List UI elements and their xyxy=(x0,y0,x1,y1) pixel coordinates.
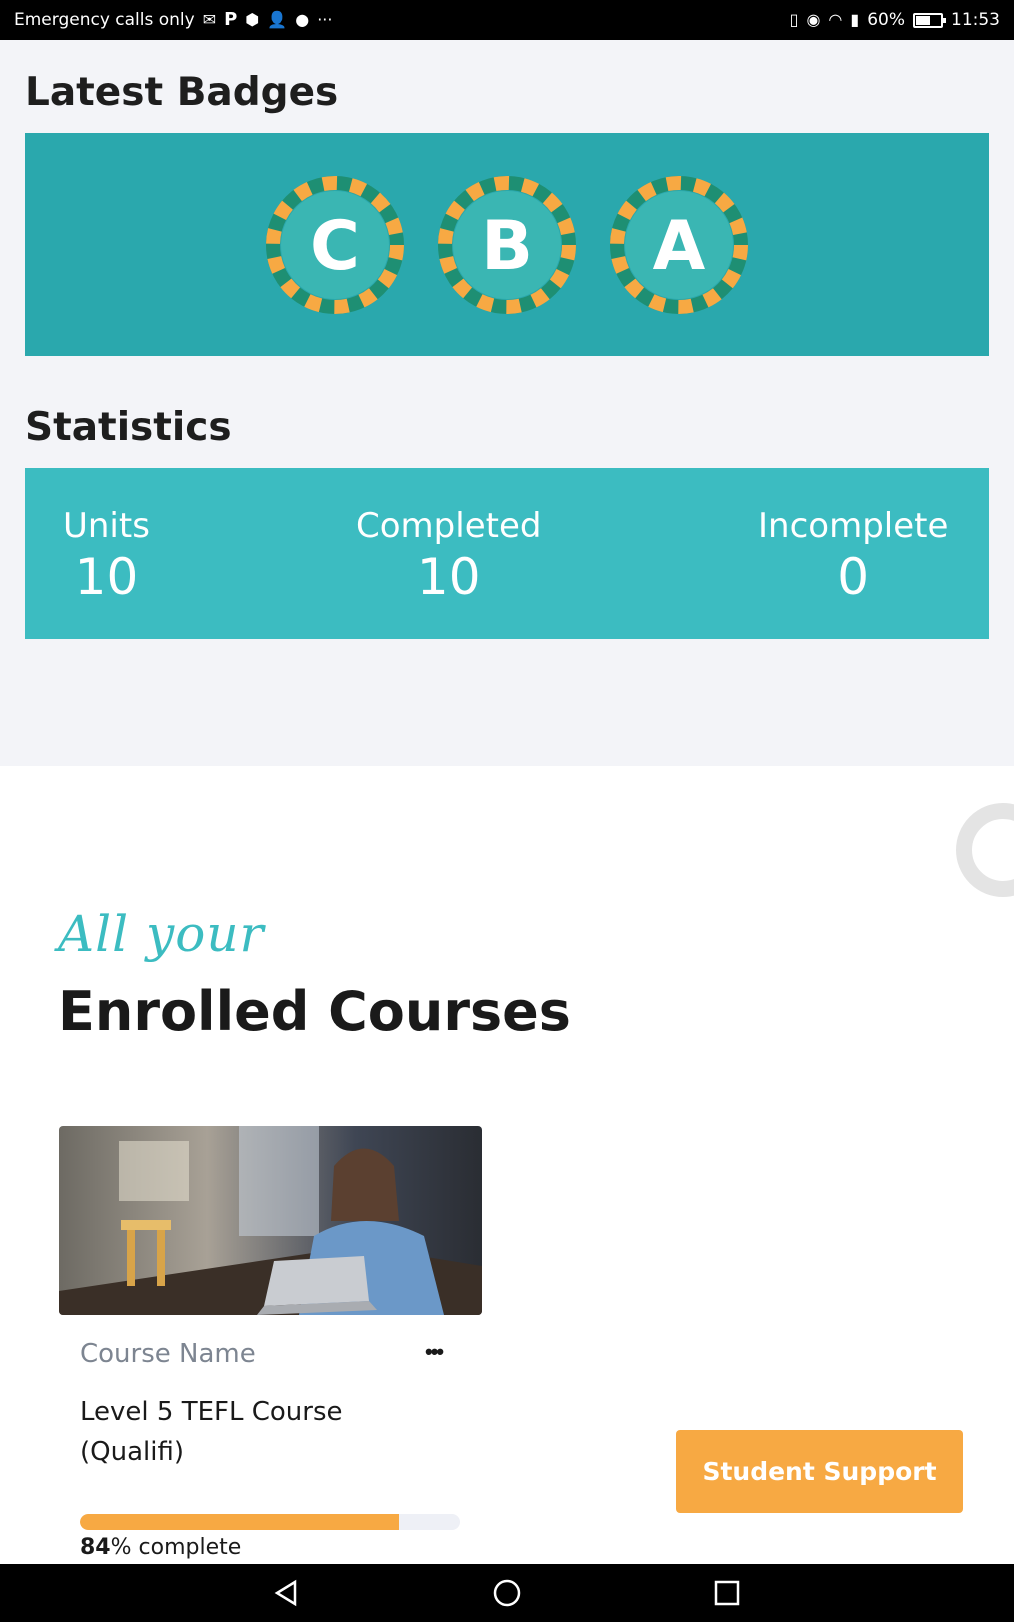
badges-panel: CBA xyxy=(25,133,989,356)
badge-letter: C xyxy=(310,207,360,286)
course-title[interactable]: Level 5 TEFL Course (Qualifi) xyxy=(80,1392,420,1472)
messenger-icon: ● xyxy=(295,10,310,29)
statistics-panel: Units 10 Completed 10 Incomplete 0 xyxy=(25,468,989,639)
stat-units: Units 10 xyxy=(63,506,150,606)
badge-letter: B xyxy=(481,207,533,286)
more-icon: ··· xyxy=(317,10,333,29)
stat-incomplete-value: 0 xyxy=(837,548,870,606)
badge-a: A xyxy=(610,175,748,314)
vibrate-icon: ▯ xyxy=(789,10,799,29)
carrier-text: Emergency calls only xyxy=(14,10,195,30)
status-left: Emergency calls only ✉ P ⬢ 👤 ● ··· xyxy=(14,10,332,30)
badge-b: B xyxy=(438,175,576,314)
recents-icon[interactable] xyxy=(707,1573,747,1613)
add-person-icon: 👤 xyxy=(267,10,288,29)
wifi-icon: ◠ xyxy=(828,10,843,29)
stat-completed: Completed 10 xyxy=(356,506,541,606)
stat-units-value: 10 xyxy=(74,548,139,606)
course-progress-number: 84 xyxy=(80,1535,111,1560)
dashboard-summary: Latest Badges C B A Statistics Units 10 Co… xyxy=(0,40,1014,766)
statistics-title: Statistics xyxy=(25,405,232,450)
course-thumbnail[interactable] xyxy=(59,1126,482,1315)
badges-title: Latest Badges xyxy=(25,70,339,115)
badges-row: CBA xyxy=(25,133,989,356)
battery-alert-icon: ▮ xyxy=(850,10,860,29)
stat-incomplete-label: Incomplete xyxy=(758,506,949,546)
box-icon: ⬢ xyxy=(245,10,260,29)
back-icon[interactable] xyxy=(267,1573,307,1613)
gmail-icon: ✉ xyxy=(202,10,217,29)
clock: 11:53 xyxy=(951,10,1000,30)
course-name-label: Course Name xyxy=(80,1339,256,1369)
stat-completed-value: 10 xyxy=(416,548,481,606)
course-progress-text: 84% complete xyxy=(80,1535,241,1560)
enrolled-courses-heading: Enrolled Courses xyxy=(58,980,571,1043)
status-bar: Emergency calls only ✉ P ⬢ 👤 ● ··· ▯ ◉ ◠… xyxy=(0,0,1014,40)
eye-icon: ◉ xyxy=(806,10,821,29)
battery-percent: 60% xyxy=(867,10,905,30)
navigation-bar xyxy=(0,1564,1014,1622)
badge-letter: A xyxy=(653,207,706,286)
p-icon: P xyxy=(224,9,238,30)
status-right: ▯ ◉ ◠ ▮ 60% 11:53 xyxy=(790,10,1000,30)
course-options-icon[interactable]: ••• xyxy=(425,1341,444,1363)
course-progress-fill xyxy=(80,1514,400,1530)
badge-c: C xyxy=(266,175,404,314)
script-heading: All your xyxy=(58,905,265,963)
course-progress-bar xyxy=(80,1514,460,1530)
loading-spinner xyxy=(956,803,1014,897)
home-icon[interactable] xyxy=(487,1573,527,1613)
student-support-button[interactable]: Student Support xyxy=(676,1430,963,1513)
stat-units-label: Units xyxy=(63,506,150,546)
course-photo xyxy=(59,1126,482,1315)
battery-icon xyxy=(913,12,946,28)
stat-incomplete: Incomplete 0 xyxy=(758,506,948,606)
battery-fill xyxy=(916,15,930,25)
course-progress-suffix: % complete xyxy=(110,1535,242,1560)
stat-completed-label: Completed xyxy=(356,506,542,546)
